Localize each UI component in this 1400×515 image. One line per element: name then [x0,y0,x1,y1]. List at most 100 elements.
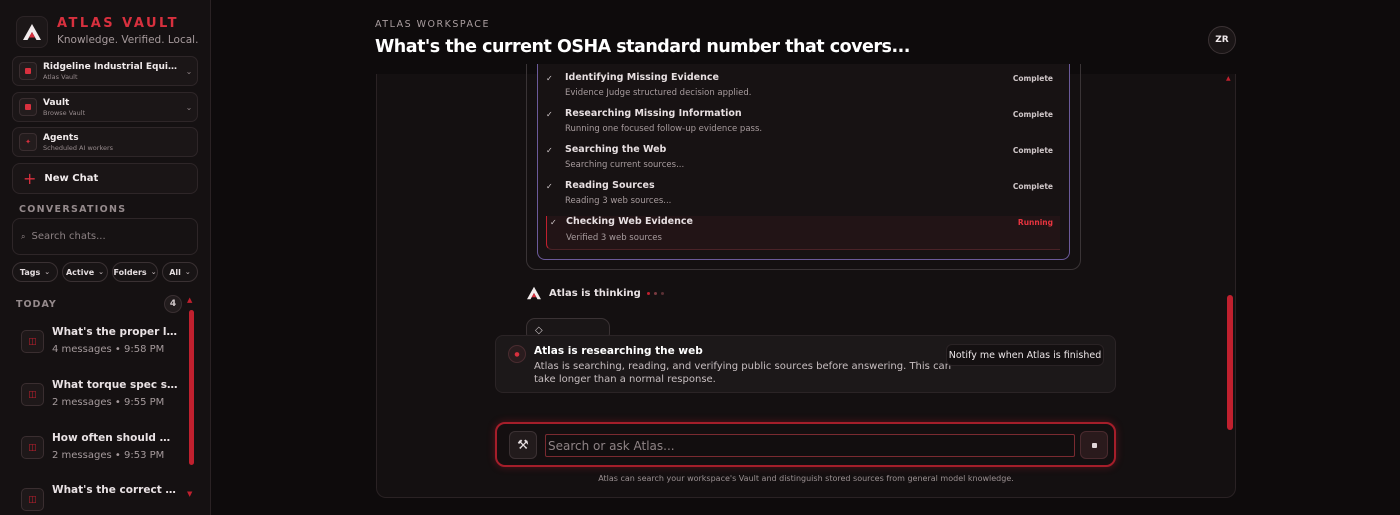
agents-title: Agents [43,132,79,143]
search-chats-input[interactable]: ⌕ Search chats... [12,218,198,255]
filter-folders[interactable]: Folders ⌄ [112,262,158,282]
avatar[interactable]: ZR [1208,26,1236,54]
search-icon: ⌕ [21,231,26,241]
scroll-up-icon[interactable]: ▲ [187,296,192,304]
step-status: Running [1017,218,1053,227]
notify-button[interactable]: Notify me when Atlas is finished [946,344,1104,366]
chevron-down-icon: ⌄ [185,102,193,112]
conversation-item[interactable]: ◫ What's the correct fra... [21,484,181,511]
brand-tagline: Knowledge. Verified. Local. [57,34,199,46]
progress-step-running: ✓ Checking Web Evidence Verified 3 web s… [546,216,1060,250]
chevron-down-icon: ⌄ [98,268,104,276]
stop-button[interactable] [1080,431,1108,459]
chevron-down-icon: ⌄ [150,268,157,276]
step-detail: Running one focused follow-up evidence p… [565,124,763,134]
filter-all[interactable]: All ⌄ [162,262,198,282]
step-detail: Reading 3 web sources... [565,196,672,206]
conversation-title: How often should we t... [52,432,179,444]
tools-icon[interactable]: ⚒ [509,431,537,459]
conversation-title: What's the correct fra... [52,484,179,496]
agents-nav[interactable]: ✦ Agents Scheduled AI workers [12,127,198,157]
research-notice: ● Atlas is researching the web Atlas is … [495,335,1116,393]
conversation-item[interactable]: ◫ How often should we t... 2 messages • … [21,432,181,461]
brand: ATLAS VAULT Knowledge. Verified. Local. [16,16,198,48]
check-icon: ✓ [546,182,553,191]
filter-tags[interactable]: Tags ⌄ [12,262,58,282]
step-detail: Verified 3 web sources [566,233,662,243]
step-detail: Evidence Judge structured decision appli… [565,88,752,98]
conversation-meta: 4 messages • 9:58 PM [52,344,165,355]
today-count-badge: 4 [164,295,182,313]
workspace-icon [19,62,37,80]
chat-scrollbar[interactable] [1227,295,1233,430]
atlas-logo-icon [527,286,541,300]
vault-icon [19,98,37,116]
thinking-indicator: Atlas is thinking [526,286,664,300]
vault-subtitle: Browse Vault [43,108,86,117]
filter-active[interactable]: Active ⌄ [62,262,108,282]
composer: ⚒ [495,422,1116,467]
conversation-item[interactable]: ◫ What torque spec shou... 2 messages • … [21,379,181,408]
step-title: Researching Missing Information [565,108,742,119]
chat-icon: ◫ [21,488,44,511]
workspace-title: Ridgeline Industrial Equipme... [43,61,181,72]
progress-step: ✓ Researching Missing Information Runnin… [546,108,1060,144]
check-icon: ✓ [546,74,553,83]
sidebar: ATLAS VAULT Knowledge. Verified. Local. … [0,0,211,515]
chat-icon: ◫ [21,436,44,459]
agents-icon: ✦ [19,133,37,151]
search-chats-placeholder: Search chats... [31,231,106,242]
agents-subtitle: Scheduled AI workers [43,143,114,152]
chat-icon: ◫ [21,383,44,406]
step-detail: Searching current sources... [565,160,685,170]
conversation-time: 9:53 PM [123,450,165,461]
conversation-meta: 2 messages • 9:53 PM [52,450,165,461]
workspace-selector[interactable]: Ridgeline Industrial Equipme... Atlas Va… [12,56,198,86]
step-title: Searching the Web [565,144,667,155]
progress-step: ✓ Searching the Web Searching current so… [546,144,1060,180]
check-icon: ✓ [546,110,553,119]
step-status: Complete [1012,110,1053,119]
check-icon: ✓ [550,218,557,227]
vault-nav[interactable]: Vault Browse Vault ⌄ [12,92,198,122]
filter-tags-label: Tags [19,267,41,277]
globe-icon: ● [508,345,526,363]
filter-folders-label: Folders [113,267,147,277]
conversation-title: What torque spec shou... [52,379,179,391]
conversation-time: 9:58 PM [123,344,165,355]
vault-title: Vault [43,97,70,108]
step-title: Reading Sources [565,180,655,191]
brand-title: ATLAS VAULT [57,16,180,31]
chat-icon: ◫ [21,330,44,353]
research-title: Atlas is researching the web [534,345,703,357]
loading-dots [646,291,664,295]
step-title: Identifying Missing Evidence [565,72,719,83]
step-status: Complete [1012,146,1053,155]
ask-input[interactable] [545,434,1075,457]
filter-all-label: All [169,267,181,277]
scroll-up-icon[interactable]: ▲ [1226,75,1231,82]
new-chat-label: New Chat [44,173,99,184]
thinking-label: Atlas is thinking [549,287,641,299]
filter-active-label: Active [65,267,95,277]
sidebar-scrollbar[interactable] [189,310,194,465]
progress-step: ✓ Identifying Missing Evidence Evidence … [546,72,1060,108]
today-heading: TODAY [16,299,57,310]
stop-icon [1091,442,1097,448]
workspace-subtitle: Atlas Vault [43,72,78,81]
atlas-logo-icon[interactable] [16,16,48,48]
footer-note: Atlas can search your workspace's Vault … [598,474,1014,483]
chevron-down-icon: ⌄ [185,66,193,76]
scroll-down-icon[interactable]: ▼ [187,490,192,498]
conversation-meta: 2 messages • 9:55 PM [52,397,165,408]
conversations-heading: CONVERSATIONS [19,204,127,215]
conversation-title: What's the proper lock... [52,326,179,338]
check-icon: ✓ [546,146,553,155]
workspace-eyebrow: ATLAS WORKSPACE [375,19,490,30]
chevron-down-icon: ⌄ [184,268,191,276]
new-chat-button[interactable]: + New Chat [12,163,198,194]
step-status: Complete [1012,182,1053,191]
progress-step: ✓ Reading Sources Reading 3 web sources.… [546,180,1060,216]
chevron-down-icon: ⌄ [44,268,51,276]
conversation-item[interactable]: ◫ What's the proper lock... 4 messages •… [21,326,181,355]
